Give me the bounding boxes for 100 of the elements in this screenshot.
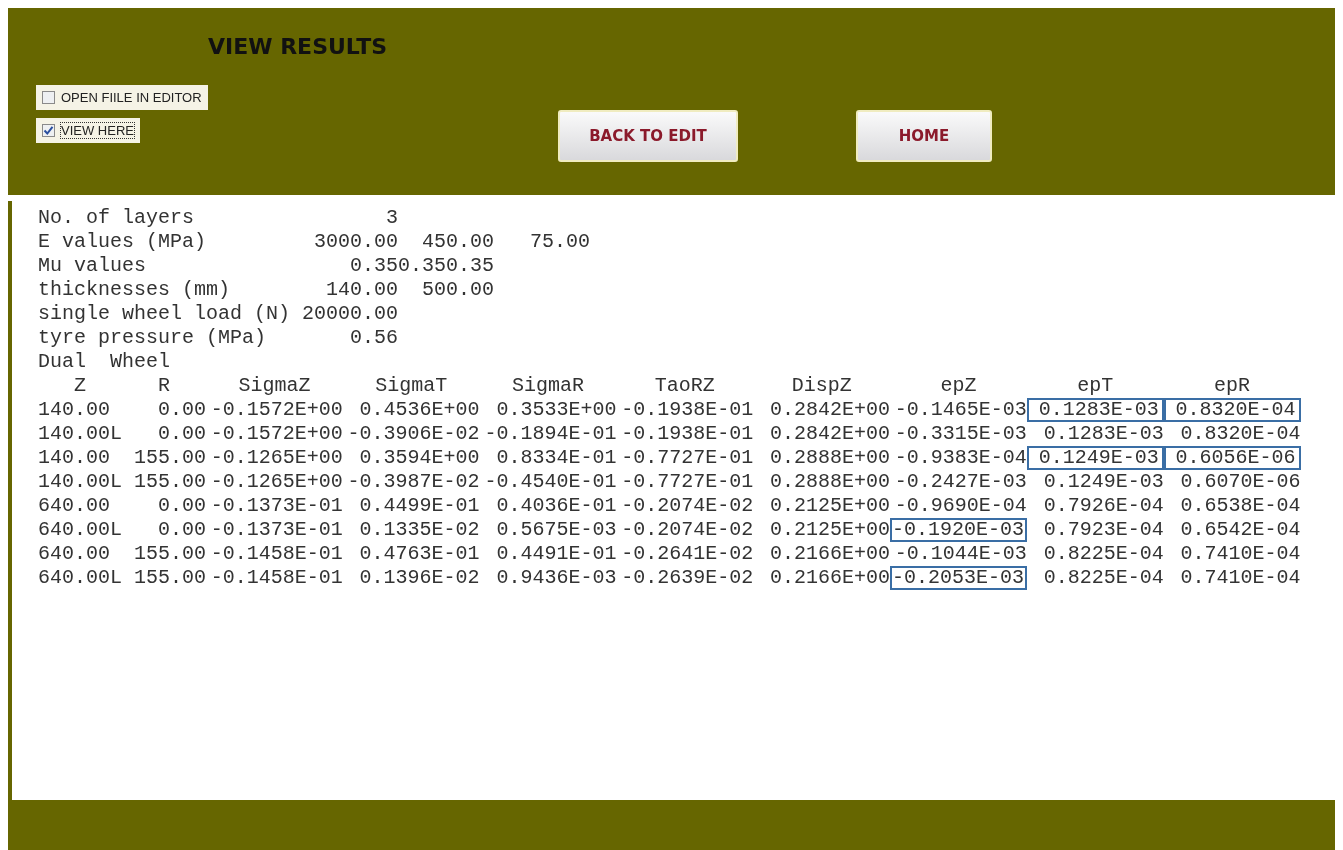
nav-button[interactable]: BACK TO EDIT	[558, 110, 738, 162]
table-cell-text: -0.7727E-01	[620, 446, 754, 470]
checkbox[interactable]	[42, 124, 55, 137]
table-cell-text: 0.2888E+00	[769, 470, 891, 494]
table-cell-text: 0.2888E+00	[769, 446, 891, 470]
table-cell-text: 0.8225E-04	[1042, 542, 1164, 566]
table-cell: 0.1283E-03	[1026, 398, 1164, 422]
table-cell-text: -0.2641E-02	[620, 542, 754, 566]
table-cell-text: -0.9383E-04	[893, 446, 1027, 470]
table-cell-text: 0.3533E+00	[495, 398, 617, 422]
table-cell-text: -0.2074E-02	[620, 494, 754, 518]
table-cell-text: 0.2166E+00	[769, 542, 891, 566]
output-line: Dual Wheel	[38, 350, 172, 374]
page-title: VIEW RESULTS	[208, 34, 389, 59]
checkbox-option[interactable]: VIEW HERE	[36, 118, 140, 143]
table-cell-text: -0.1894E-01	[483, 422, 617, 446]
table-cell: 0.8320E-04	[1163, 398, 1301, 422]
table-cell-text: -0.1938E-01	[620, 398, 754, 422]
output-line: No. of layers 3	[38, 206, 400, 230]
table-cell-text: -0.1465E-03	[893, 398, 1027, 422]
table-cell-text: -0.4540E-01	[483, 470, 617, 494]
checkbox[interactable]	[42, 91, 55, 104]
table-cell-text: -0.1572E+00	[209, 422, 343, 446]
table-cell-text: -0.3987E-02	[346, 470, 480, 494]
table-cell-text: -0.9690E-04	[893, 494, 1027, 518]
table-cell-text: -0.1265E+00	[209, 446, 343, 470]
table-cell-text: 0.00	[157, 422, 206, 446]
table-cell-text: 0.1283E-03	[1042, 422, 1164, 446]
column-header: TaoRZ	[653, 374, 716, 398]
table-cell-text: -0.3315E-03	[893, 422, 1027, 446]
column-header: epT	[1076, 374, 1115, 398]
table-cell-text: 0.5675E-03	[495, 518, 617, 542]
table-cell-text: 0.2125E+00	[769, 518, 891, 542]
output-line: E values (MPa) 3000.00 450.00 75.00	[38, 230, 592, 254]
table-cell-text: -0.3906E-02	[346, 422, 480, 446]
table-cell: -0.2053E-03	[890, 566, 1027, 590]
table-cell-text: 0.00	[157, 518, 206, 542]
table-cell: 0.6056E-06	[1163, 446, 1301, 470]
table-cell-text: 0.4536E+00	[358, 398, 480, 422]
output-line: single wheel load (N) 20000.00	[38, 302, 400, 326]
column-header: SigmaZ	[237, 374, 312, 398]
table-cell: -0.1920E-03	[890, 518, 1027, 542]
table-cell-text: 0.8334E-01	[495, 446, 617, 470]
table-cell-text: 155.00	[133, 446, 206, 470]
table-cell-text: 0.3594E+00	[358, 446, 480, 470]
table-cell-text: 0.4036E-01	[495, 494, 617, 518]
table-cell-text: 0.1396E-02	[358, 566, 480, 590]
table-cell-text: 0.6538E-04	[1179, 494, 1301, 518]
table-cell-text: 0.2842E+00	[769, 422, 891, 446]
table-cell-text: 0.7923E-04	[1042, 518, 1164, 542]
table-cell-text: -0.1373E-01	[209, 494, 343, 518]
table-cell-text: 0.00	[157, 494, 206, 518]
table-cell-text: 0.4491E-01	[495, 542, 617, 566]
output-line: thicknesses (mm) 140.00 500.00	[38, 278, 496, 302]
output-line: Mu values 0.350.350.35	[38, 254, 496, 278]
column-header: R	[157, 374, 171, 398]
column-header: Z	[73, 374, 87, 398]
output-line: tyre pressure (MPa) 0.56	[38, 326, 400, 350]
table-cell-text: 0.7410E-04	[1179, 566, 1301, 590]
table-cell-text: 140.00	[38, 446, 111, 470]
table-cell-text: 0.8225E-04	[1042, 566, 1164, 590]
table-cell: 640.00L	[38, 566, 122, 590]
table-cell-text: -0.1458E-01	[209, 542, 343, 566]
table-cell-text: 0.4763E-01	[358, 542, 480, 566]
table-cell-text: 0.2125E+00	[769, 494, 891, 518]
table-cell-text: -0.1373E-01	[209, 518, 343, 542]
table-cell-text: 155.00	[133, 542, 206, 566]
table-cell-text: 0.4499E-01	[358, 494, 480, 518]
table-cell-text: -0.1265E+00	[209, 470, 343, 494]
table-cell-text: 640.00	[38, 542, 111, 566]
table-cell-text: 640.00	[38, 494, 111, 518]
table-cell-text: -0.2427E-03	[893, 470, 1027, 494]
column-header: DispZ	[790, 374, 853, 398]
nav-button[interactable]: HOME	[856, 110, 992, 162]
checkbox-option[interactable]: OPEN FIILE IN EDITOR	[36, 85, 208, 110]
table-cell-text: -0.2639E-02	[620, 566, 754, 590]
column-header: SigmaT	[374, 374, 449, 398]
table-cell: 640.00L	[38, 518, 122, 542]
table-cell-text: -0.1938E-01	[620, 422, 754, 446]
table-cell-text: -0.1044E-03	[893, 542, 1027, 566]
table-cell-text: 0.7926E-04	[1042, 494, 1164, 518]
table-cell-text: 0.00	[157, 398, 206, 422]
table-cell-text: 0.1335E-02	[358, 518, 480, 542]
table-cell-text: 0.2842E+00	[769, 398, 891, 422]
table-cell-text: 0.6070E-06	[1179, 470, 1301, 494]
column-header: epZ	[939, 374, 978, 398]
table-cell-text: -0.1458E-01	[209, 566, 343, 590]
table-cell-text: -0.1572E+00	[209, 398, 343, 422]
table-cell-text: 155.00	[133, 566, 206, 590]
table-cell-text: 0.1249E-03	[1042, 470, 1164, 494]
checkmark-icon	[43, 125, 54, 136]
table-cell-text: 0.9436E-03	[495, 566, 617, 590]
column-header: SigmaR	[511, 374, 586, 398]
table-cell-text: -0.7727E-01	[620, 470, 754, 494]
table-cell-text: -0.2074E-02	[620, 518, 754, 542]
column-header: epR	[1213, 374, 1252, 398]
table-cell-text: 140.00	[38, 398, 111, 422]
table-cell: 140.00L	[38, 422, 122, 446]
table-cell-text: 155.00	[133, 470, 206, 494]
table-cell-text: 0.7410E-04	[1179, 542, 1301, 566]
